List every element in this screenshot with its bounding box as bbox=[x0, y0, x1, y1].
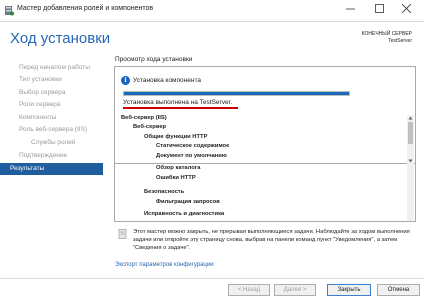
next-button[interactable]: Далее > bbox=[274, 284, 316, 296]
export-config-link[interactable]: Экспорт параметров конфигурации bbox=[115, 262, 214, 268]
section-label: Просмотр хода установки bbox=[115, 56, 193, 63]
nav-item-before-you-begin[interactable]: Перед началом работы bbox=[0, 62, 103, 74]
flag-note-icon bbox=[118, 229, 127, 239]
list-item: Фильтрация запросов bbox=[156, 199, 220, 205]
nav-item-results[interactable]: Результаты bbox=[0, 163, 103, 175]
back-button[interactable]: < Назад bbox=[228, 284, 270, 296]
install-label: Установка компонента bbox=[133, 77, 201, 84]
maximize-button[interactable] bbox=[367, 0, 393, 18]
main-content: Просмотр хода установки i Установка комп… bbox=[111, 56, 416, 268]
window-title: Мастер добавления ролей и компонентов bbox=[17, 5, 154, 12]
list-item: Исправность и диагностика bbox=[144, 211, 225, 217]
close-button[interactable] bbox=[394, 0, 420, 18]
list-item: Ошибки HTTP bbox=[156, 175, 196, 181]
scrollbar-track[interactable] bbox=[407, 164, 414, 221]
scroll-down-icon[interactable] bbox=[408, 159, 413, 163]
wizard-nav: Перед началом работы Тип установки Выбор… bbox=[0, 62, 103, 242]
progress-bar bbox=[123, 91, 350, 96]
success-message: Установка выполнена на TestServer. bbox=[123, 99, 233, 106]
list-item: Обзор каталога bbox=[156, 165, 201, 171]
nav-item-features[interactable]: Компоненты bbox=[0, 112, 103, 124]
destination-label: КОНЕЧНЫЙ СЕРВЕР bbox=[361, 31, 412, 37]
list-item: Безопасность bbox=[144, 189, 185, 195]
progress-fill bbox=[124, 92, 349, 95]
maximize-icon bbox=[375, 4, 384, 13]
cancel-button[interactable]: Отмена bbox=[377, 284, 420, 296]
list-item: Веб-сервер bbox=[133, 124, 167, 130]
feature-list-continued: Обзор каталога Ошибки HTTP Безопасность … bbox=[114, 164, 416, 222]
list-item: Документ по умолчанию bbox=[156, 153, 227, 159]
close-icon bbox=[402, 4, 411, 13]
list-item: Статическое содержимое bbox=[156, 143, 230, 149]
nav-item-server-roles[interactable]: Роли сервера bbox=[0, 99, 103, 111]
title-bar: Мастер добавления ролей и компонентов bbox=[0, 0, 424, 22]
nav-item-server-selection[interactable]: Выбор сервера bbox=[0, 87, 103, 99]
scroll-thumb[interactable] bbox=[408, 122, 413, 144]
minimize-icon bbox=[346, 8, 355, 10]
nav-item-web-server-role[interactable]: Роль веб-сервера (IIS) bbox=[0, 124, 103, 136]
minimize-button[interactable] bbox=[338, 0, 364, 18]
nav-item-installation-type[interactable]: Тип установки bbox=[0, 74, 103, 86]
destination-server-name: TestServer bbox=[388, 38, 412, 44]
close-wizard-button[interactable]: Закрыть bbox=[327, 284, 371, 296]
info-icon: i bbox=[121, 76, 130, 85]
feature-list: Веб-сервер (IIS) Веб-сервер Общие функци… bbox=[119, 115, 402, 163]
page-title: Ход установки bbox=[10, 30, 111, 47]
wizard-footer: < Назад Далее > Закрыть Отмена bbox=[0, 278, 424, 299]
red-underline-annotation bbox=[123, 107, 238, 109]
server-manager-icon bbox=[5, 6, 14, 16]
list-item: Веб-сервер (IIS) bbox=[121, 115, 167, 121]
scrollbar[interactable] bbox=[407, 115, 414, 164]
info-note: Этот мастер можно закрыть, не прерывая в… bbox=[133, 229, 410, 251]
installation-progress-panel: i Установка компонента Установка выполне… bbox=[114, 66, 416, 164]
nav-item-role-services[interactable]: Службы ролей bbox=[0, 137, 103, 149]
nav-item-confirmation[interactable]: Подтверждение bbox=[0, 150, 103, 162]
list-item: Общие функции HTTP bbox=[144, 134, 208, 140]
scroll-up-icon[interactable] bbox=[408, 116, 413, 120]
destination-server: КОНЕЧНЫЙ СЕРВЕР TestServer bbox=[362, 31, 412, 45]
